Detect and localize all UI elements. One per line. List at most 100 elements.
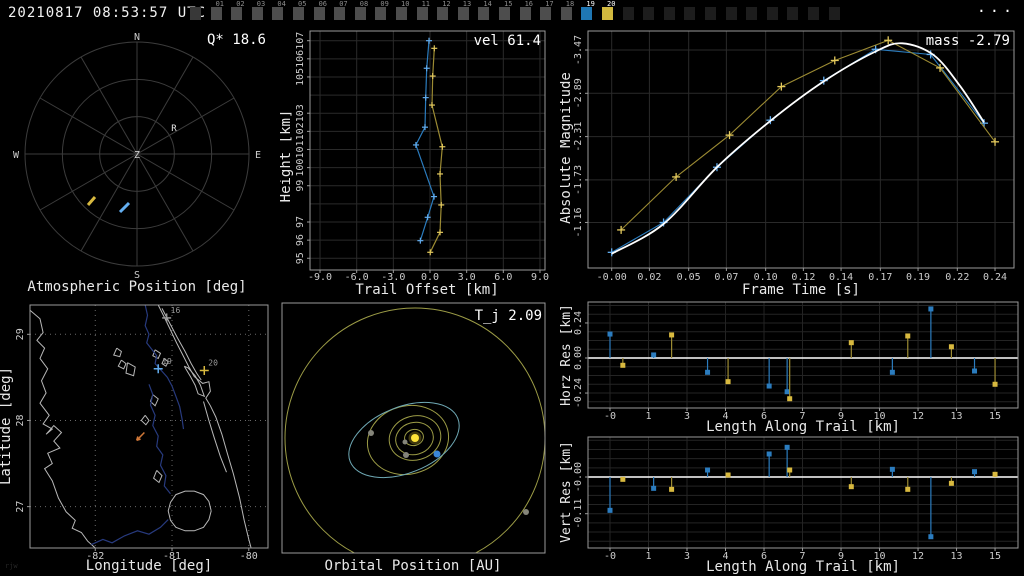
residual-marker bbox=[705, 467, 711, 473]
frame-thumbnail-image bbox=[746, 7, 758, 20]
q-star-stat: Q* 18.6 bbox=[207, 32, 266, 48]
residual-marker bbox=[766, 383, 772, 389]
frame-thumbnail-13[interactable]: 13 bbox=[457, 0, 478, 27]
residual-marker bbox=[905, 486, 911, 492]
trail-offset-xlabel: Trail Offset [km] bbox=[355, 282, 498, 298]
lake-outline bbox=[125, 362, 136, 377]
trail-offset-ylabel: Height [km] bbox=[280, 110, 294, 203]
orbital-title: Orbital Position [AU] bbox=[324, 558, 501, 574]
frame-thumbnail-10[interactable]: 10 bbox=[396, 0, 416, 27]
light-curve-series-yellow bbox=[620, 39, 996, 231]
residual-marker bbox=[651, 352, 657, 358]
frame-thumbnail bbox=[643, 0, 663, 27]
trail-offset-series-blue bbox=[415, 40, 435, 241]
lake-outline bbox=[113, 347, 122, 358]
horz-res-ylabel: Horz Res [km] bbox=[560, 304, 574, 406]
frame-number-label: 20 bbox=[607, 0, 616, 8]
frame-thumbnail-image bbox=[560, 7, 572, 20]
coastline bbox=[30, 309, 96, 548]
frame-thumbnail-image bbox=[519, 7, 531, 20]
frame-thumbnail[interactable] bbox=[190, 0, 210, 27]
horz-res-xlabel: Length Along Trail [km] bbox=[706, 419, 900, 435]
frame-thumbnail-15[interactable]: 15 bbox=[499, 0, 519, 27]
frame-thumbnail-image bbox=[766, 7, 778, 20]
frame-number-label: 12 bbox=[442, 0, 451, 8]
y-tick-label: 0.24 bbox=[573, 311, 584, 335]
frame-thumbnail-08[interactable]: 08 bbox=[354, 0, 375, 27]
frame-thumbnail-12[interactable]: 12 bbox=[437, 0, 457, 27]
x-tick-label: 13 bbox=[951, 551, 963, 562]
radiant-label: R bbox=[171, 124, 177, 134]
frame-thumbnail-image bbox=[210, 7, 222, 20]
frame-number-label: 15 bbox=[504, 0, 513, 8]
y-tick-label: 107 bbox=[295, 32, 306, 50]
residual-marker bbox=[784, 389, 790, 395]
frame-thumbnail-02[interactable]: 02 bbox=[231, 0, 251, 27]
frame-thumbnail-11[interactable]: 11 bbox=[416, 0, 437, 27]
frame-thumbnail-image bbox=[416, 7, 428, 20]
y-tick-label: -1.16 bbox=[573, 207, 584, 237]
x-tick-label: 1 bbox=[645, 551, 651, 562]
frame-thumbnail-07[interactable]: 07 bbox=[334, 0, 354, 27]
sun bbox=[411, 434, 419, 442]
overflow-menu-button[interactable]: ··· bbox=[977, 2, 1016, 20]
planet-venus bbox=[403, 452, 409, 458]
atmospheric-title: Atmospheric Position [deg] bbox=[27, 279, 246, 295]
y-tick-label: 101 bbox=[295, 140, 306, 158]
frame-thumbnail-image bbox=[808, 7, 819, 20]
river bbox=[144, 305, 185, 430]
y-tick-label: 99 bbox=[295, 180, 306, 192]
residual-marker bbox=[848, 484, 854, 490]
residual-marker bbox=[948, 480, 954, 486]
frame-thumbnail-image bbox=[663, 7, 675, 20]
y-tick-label: -3.47 bbox=[573, 35, 584, 65]
frame-thumbnail-05[interactable]: 05 bbox=[293, 0, 313, 27]
frame-thumbnail-19[interactable]: 19 bbox=[581, 0, 601, 27]
frame-thumbnail-image bbox=[540, 7, 552, 20]
frame-number-label: 10 bbox=[401, 0, 410, 8]
x-tick-label: -9.0 bbox=[308, 272, 332, 283]
residual-marker bbox=[972, 368, 978, 374]
frame-thumbnail-18[interactable]: 18 bbox=[560, 0, 581, 27]
frame-thumbnail-03[interactable]: 03 bbox=[251, 0, 272, 27]
x-tick-label: 0.17 bbox=[868, 272, 892, 283]
meteor-analysis-app: 20210817 08:53:57 UTC 01 02 03 04 05 06 07 08 09… bbox=[0, 0, 1024, 576]
lake-outline bbox=[167, 490, 212, 532]
lake-outline bbox=[117, 359, 127, 370]
map-geometry bbox=[30, 305, 252, 548]
watermark: rjw bbox=[5, 562, 18, 570]
frame-thumbnail-20[interactable]: 20 bbox=[602, 0, 622, 27]
longitude-xlabel: Longitude [deg] bbox=[86, 558, 212, 574]
x-tick-label: 0.05 bbox=[677, 272, 701, 283]
x-tick-label: -0 bbox=[604, 411, 616, 422]
frame-thumbnail-01[interactable]: 01 bbox=[210, 0, 231, 27]
y-tick-label: -0.00 bbox=[573, 462, 584, 492]
orbit-axes-box bbox=[281, 302, 546, 554]
frame-thumbnail-image bbox=[725, 7, 737, 20]
frame-thumbnail-image bbox=[787, 7, 799, 20]
timestamp: 20210817 08:53:57 UTC bbox=[8, 5, 207, 21]
frame-thumbnail-image bbox=[622, 7, 634, 20]
frame-thumbnail-16[interactable]: 16 bbox=[519, 0, 540, 27]
frame-thumbnail-image bbox=[354, 7, 366, 20]
panel-atmospheric-position: Q* 18.6 N E S W Z R Atmospheric Position… bbox=[0, 28, 280, 300]
frame-thumbnail-17[interactable]: 17 bbox=[540, 0, 560, 27]
y-tick-label: 29 bbox=[15, 328, 26, 340]
compass-west-label: W bbox=[13, 150, 20, 161]
frame-thumbnail-09[interactable]: 09 bbox=[375, 0, 395, 27]
frame-thumbnail-04[interactable]: 04 bbox=[272, 0, 292, 27]
planet-jupiter bbox=[523, 509, 529, 515]
residual-marker bbox=[889, 369, 895, 375]
x-tick-label: 15 bbox=[989, 411, 1001, 422]
x-tick-label: 1 bbox=[645, 411, 651, 422]
coastline bbox=[157, 305, 252, 548]
frame-thumbnail-06[interactable]: 06 bbox=[313, 0, 334, 27]
y-tick-label: -2.89 bbox=[573, 78, 584, 108]
frame-number-label: 03 bbox=[256, 0, 266, 8]
tisserand-stat: T_j 2.09 bbox=[475, 308, 542, 324]
trail-offset-plot-layer: -9.0 -6.0 -3.0 0.0 3.0 6.0 9.09596979910010110… bbox=[295, 30, 549, 283]
frame-thumbnail-14[interactable]: 14 bbox=[478, 0, 498, 27]
y-tick-label: 97 bbox=[295, 216, 306, 228]
lake-outline bbox=[152, 470, 163, 484]
frame-thumbnail-image bbox=[457, 7, 469, 20]
